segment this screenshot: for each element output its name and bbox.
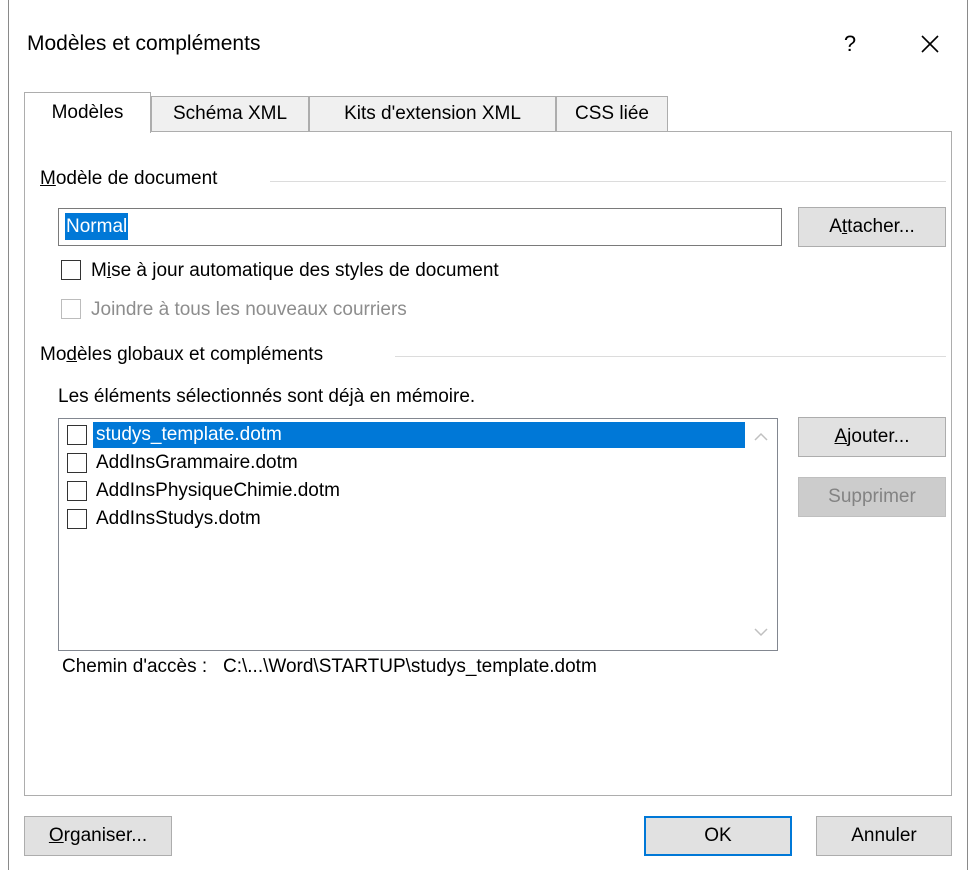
- ok-button[interactable]: OK: [644, 816, 792, 856]
- tab-kits-extension-xml[interactable]: Kits d'extension XML: [309, 96, 556, 132]
- path-row: Chemin d'accès : C:\...\Word\STARTUP\stu…: [62, 656, 597, 678]
- list-item-label: AddInsGrammaire.dotm: [96, 452, 298, 473]
- organize-button[interactable]: Organiser...: [24, 816, 172, 856]
- auto-update-styles-label: Mise à jour automatique des styles de do…: [91, 260, 499, 281]
- list-item-checkbox[interactable]: [67, 481, 87, 501]
- tab-modeles[interactable]: Modèles: [24, 92, 151, 133]
- document-template-group-label: Modèle de document: [40, 168, 226, 190]
- group-divider: [395, 356, 946, 357]
- auto-update-styles-checkbox[interactable]: [61, 260, 81, 280]
- list-item-checkbox[interactable]: [67, 425, 87, 445]
- list-item-label: studys_template.dotm: [93, 422, 745, 448]
- global-templates-list[interactable]: studys_template.dotm AddInsGrammaire.dot…: [58, 418, 778, 651]
- global-templates-group-label: Modèles globaux et compléments: [40, 344, 332, 366]
- tab-css-liee[interactable]: CSS liée: [556, 96, 668, 132]
- close-icon: [921, 35, 939, 53]
- templates-addins-dialog: Modèles et compléments ? Modèles Schéma …: [0, 0, 968, 870]
- list-item-checkbox[interactable]: [67, 509, 87, 529]
- tab-schema-xml[interactable]: Schéma XML: [151, 96, 309, 132]
- path-value: C:\...\Word\STARTUP\studys_template.dotm: [222, 656, 597, 677]
- document-template-value: Normal: [65, 213, 129, 240]
- list-scrollbar[interactable]: [745, 419, 777, 650]
- help-button[interactable]: ?: [830, 24, 870, 64]
- group-divider: [270, 181, 946, 182]
- list-item-label: AddInsStudys.dotm: [96, 508, 261, 529]
- chevron-up-icon[interactable]: [751, 427, 771, 447]
- attach-button[interactable]: Attacher...: [798, 207, 946, 247]
- remove-button[interactable]: Supprimer: [798, 477, 946, 517]
- close-button[interactable]: [910, 24, 950, 64]
- dialog-title: Modèles et compléments: [27, 32, 261, 55]
- list-item-label: AddInsPhysiqueChimie.dotm: [96, 480, 340, 501]
- dialog-border: [8, 0, 9, 870]
- loaded-items-note: Les éléments sélectionnés sont déjà en m…: [58, 386, 476, 407]
- attach-to-new-mail-label: Joindre à tous les nouveaux courriers: [91, 299, 407, 320]
- document-template-input[interactable]: Normal: [58, 208, 782, 246]
- cancel-button[interactable]: Annuler: [816, 816, 952, 856]
- attach-to-new-mail-checkbox[interactable]: [61, 299, 81, 319]
- add-button[interactable]: Ajouter...: [798, 417, 946, 457]
- list-item-checkbox[interactable]: [67, 453, 87, 473]
- chevron-down-icon[interactable]: [751, 622, 771, 642]
- path-label: Chemin d'accès :: [62, 656, 208, 677]
